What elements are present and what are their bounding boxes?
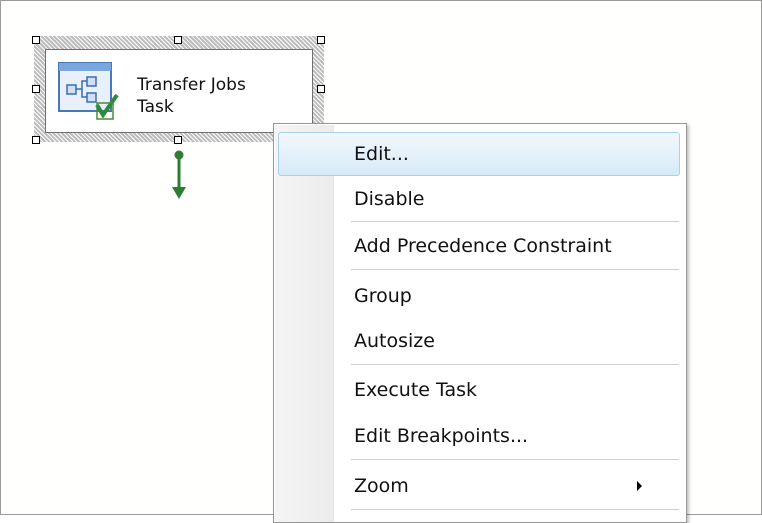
menu-separator	[351, 221, 679, 223]
resize-handle-right[interactable]	[317, 85, 325, 93]
resize-handle-bottom-left[interactable]	[32, 136, 40, 144]
menu-separator	[351, 509, 679, 511]
menu-item-zoom[interactable]: Zoom	[278, 464, 680, 508]
menu-item-edit-breakpoints[interactable]: Edit Breakpoints...	[278, 414, 680, 458]
resize-handle-top-left[interactable]	[32, 36, 40, 44]
menu-item-label: Edit Breakpoints...	[354, 425, 529, 447]
menu-separator	[351, 459, 679, 461]
resize-handle-bottom[interactable]	[174, 136, 182, 144]
resize-handle-top-right[interactable]	[317, 36, 325, 44]
design-surface[interactable]: Transfer Jobs Task Edit... Disable Add P…	[0, 0, 762, 523]
transfer-jobs-task-icon	[58, 62, 119, 120]
menu-item-edit[interactable]: Edit...	[278, 132, 680, 176]
context-menu: Edit... Disable Add Precedence Constrain…	[273, 123, 687, 523]
menu-item-label: Group	[354, 285, 412, 307]
menu-item-label: Disable	[354, 188, 425, 210]
menu-separator	[351, 364, 679, 366]
task-label: Transfer Jobs Task	[137, 74, 307, 118]
menu-item-label: Edit...	[354, 143, 409, 165]
menu-item-add-precedence-constraint[interactable]: Add Precedence Constraint	[278, 224, 680, 268]
resize-handle-left[interactable]	[32, 85, 40, 93]
task-label-line2: Task	[137, 97, 174, 117]
menu-item-label: Autosize	[354, 330, 435, 352]
menu-separator	[351, 269, 679, 271]
menu-item-execute-task[interactable]: Execute Task	[278, 368, 680, 412]
submenu-arrow-icon	[637, 481, 642, 491]
menu-item-disable[interactable]: Disable	[278, 177, 680, 221]
menu-item-group[interactable]: Group	[278, 274, 680, 318]
menu-item-label: Add Precedence Constraint	[354, 235, 612, 257]
task-label-line1: Transfer Jobs	[137, 75, 246, 95]
menu-item-label: Execute Task	[354, 379, 478, 401]
menu-item-label: Zoom	[354, 475, 409, 497]
resize-handle-top[interactable]	[174, 36, 182, 44]
menu-item-autosize[interactable]: Autosize	[278, 319, 680, 363]
precedence-arrow-icon[interactable]	[167, 147, 191, 203]
